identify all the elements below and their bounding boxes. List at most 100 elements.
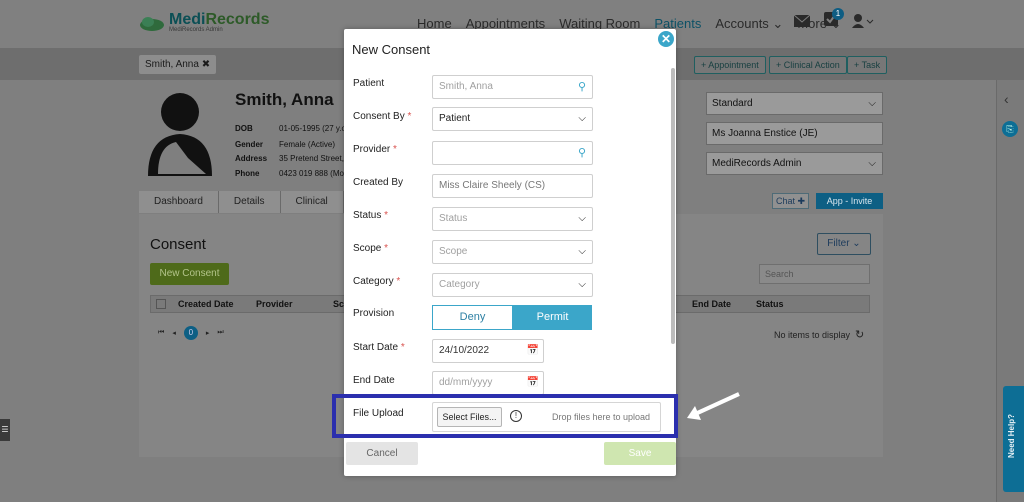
annotation-arrow-icon (687, 392, 740, 420)
attachment-icon[interactable]: ⎘ (1002, 121, 1018, 137)
required-marker: * (384, 243, 389, 254)
filter-button[interactable]: Filter ⌄ (817, 233, 871, 255)
dob-value: 01-05-1995 (27 y.o (279, 124, 347, 133)
consent-by-select[interactable]: Patient ⌵ (432, 107, 593, 131)
end-date-placeholder: dd/mm/yyyy (439, 377, 493, 388)
select-all-checkbox[interactable] (156, 299, 166, 309)
consent-by-value: Patient (439, 113, 471, 124)
patient-avatar-icon (148, 93, 212, 176)
patient-value: Smith, Anna (439, 81, 493, 92)
refresh-icon[interactable]: ↻ (855, 328, 864, 341)
collapse-chevron-icon[interactable]: ‹ (1004, 91, 1009, 107)
tab-dashboard[interactable]: Dashboard (139, 191, 219, 213)
status-placeholder: Status (439, 213, 468, 224)
new-consent-button[interactable]: New Consent (150, 263, 229, 285)
provision-toggle: Deny Permit (432, 305, 592, 330)
category-label: Category * (353, 276, 400, 287)
brand-name-b: Records (205, 11, 270, 28)
appointment-type-select[interactable]: Standard ⌵ (706, 92, 883, 115)
col-end-date[interactable]: End Date (692, 299, 731, 309)
col-created-date[interactable]: Created Date (178, 299, 234, 309)
app-invite-button[interactable]: App - Invite (816, 193, 883, 209)
search-icon[interactable]: ⚲ (578, 76, 586, 98)
required-marker: * (400, 342, 405, 353)
gender-value: Female (Active) (279, 140, 336, 149)
status-label: Status * (353, 210, 388, 221)
nav-accounts[interactable]: Accounts ⌄ (715, 16, 783, 32)
created-by-field: Miss Claire Sheely (CS) (432, 174, 593, 198)
phone-value: 0423 019 888 (Mo (279, 169, 344, 178)
tab-details[interactable]: Details (218, 191, 281, 213)
practitioner-value: Ms Joanna Enstice (JE) (712, 128, 818, 139)
modal-title: New Consent (352, 42, 431, 57)
start-date-input[interactable]: 24/10/2022 📅 (432, 339, 544, 363)
col-status[interactable]: Status (756, 299, 784, 309)
start-date-value: 24/10/2022 (439, 345, 490, 356)
created-by-label: Created By (353, 177, 404, 188)
user-menu-icon[interactable] (852, 13, 874, 28)
calendar-icon[interactable]: 📅 (527, 340, 539, 362)
status-label-text: Status (353, 210, 382, 221)
patient-name: Smith, Anna (235, 90, 334, 109)
phone-label: Phone (235, 169, 260, 178)
add-clinical-action-button[interactable]: + Clinical Action (769, 56, 847, 74)
consent-by-label-text: Consent By (353, 111, 405, 122)
first-page-icon[interactable]: ⏮ (158, 329, 164, 337)
required-marker: * (384, 210, 389, 221)
end-date-label: End Date (353, 375, 395, 386)
left-side-tab[interactable]: ☰ (0, 419, 10, 441)
created-by-value: Miss Claire Sheely (CS) (439, 180, 546, 191)
prev-page-icon[interactable]: ◂ (172, 329, 176, 337)
tab-clinical[interactable]: Clinical (280, 191, 344, 213)
next-page-icon[interactable]: ▸ (206, 329, 210, 337)
dob-label: DOB (235, 124, 253, 133)
add-task-button[interactable]: + Task (847, 56, 888, 74)
chat-button[interactable]: Chat ✚ (772, 193, 809, 209)
search-icon[interactable]: ⚲ (578, 142, 586, 164)
tasks-button[interactable]: 1 (824, 8, 844, 29)
required-marker: * (407, 111, 412, 122)
add-appointment-button[interactable]: + Appointment (694, 56, 766, 74)
start-date-label-text: Start Date (353, 342, 399, 353)
cloud-logo-icon (140, 16, 164, 31)
patient-field[interactable]: Smith, Anna ⚲ (432, 75, 593, 99)
scope-label: Scope * (353, 243, 388, 254)
current-page[interactable]: 0 (183, 326, 198, 340)
brand-logo[interactable]: MediRecords MediRecords Admin (139, 12, 269, 33)
chevron-down-icon: ⌵ (868, 98, 876, 109)
save-button[interactable]: Save (604, 442, 676, 465)
cancel-button[interactable]: Cancel (346, 442, 418, 465)
start-date-label: Start Date * (353, 342, 405, 353)
appointment-type-value: Standard (712, 98, 753, 109)
status-select[interactable]: Status ⌵ (432, 207, 593, 231)
category-select[interactable]: Category ⌵ (432, 273, 593, 297)
patient-tabs: Dashboard Details Clinical (139, 191, 344, 213)
brand-name-a: Medi (169, 11, 206, 28)
end-date-input[interactable]: dd/mm/yyyy 📅 (432, 371, 544, 395)
deny-option[interactable]: Deny (432, 305, 513, 330)
col-scope[interactable]: Sc (333, 299, 344, 309)
open-patient-tab[interactable]: Smith, Anna ✖ (139, 55, 217, 74)
calendar-icon[interactable]: 📅 (527, 372, 539, 394)
mail-icon[interactable] (794, 14, 810, 27)
practitioner-field[interactable]: Ms Joanna Enstice (JE) (706, 122, 883, 145)
patient-dob-row: DOB 01-05-1995 (27 y.o (235, 124, 346, 133)
consent-search-input[interactable]: Search (759, 264, 870, 284)
need-help-tab[interactable]: Need Help? (1003, 386, 1024, 492)
consent-by-label: Consent By * (353, 111, 411, 122)
provider-field[interactable]: ⚲ (432, 141, 593, 165)
provider-label: Provider * (353, 144, 397, 155)
last-page-icon[interactable]: ⏭ (217, 329, 223, 337)
scope-label-text: Scope (353, 243, 382, 254)
nav-icons: 1 (794, 8, 874, 29)
col-provider[interactable]: Provider (256, 299, 293, 309)
close-icon[interactable]: ✕ (658, 31, 674, 47)
category-placeholder: Category (439, 279, 480, 290)
permit-option[interactable]: Permit (513, 305, 592, 330)
consent-heading: Consent (150, 236, 206, 253)
chevron-down-icon: ⌵ (578, 113, 586, 124)
scope-select[interactable]: Scope ⌵ (432, 240, 593, 264)
practice-select[interactable]: MediRecords Admin ⌵ (706, 152, 883, 175)
modal-scrollbar[interactable] (671, 68, 675, 344)
scope-placeholder: Scope (439, 246, 468, 257)
